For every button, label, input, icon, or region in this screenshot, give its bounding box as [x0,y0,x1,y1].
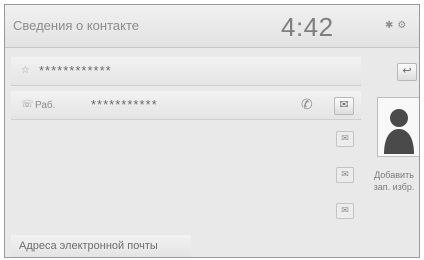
contact-avatar [377,97,419,157]
phone-type-label: Раб. [35,100,56,111]
envelope-icon: ✉ [341,205,349,215]
phone-row[interactable]: ☏ Раб. *********** ✆ [11,91,361,120]
phone-type-icon: ☏ [21,99,34,110]
email-section-label: Адреса электронной почты [19,240,158,252]
page-title: Сведения о контакте [13,18,139,33]
side-button-2[interactable]: ✉ [336,167,354,183]
side-button-1[interactable]: ✉ [336,131,354,147]
contact-name-row: ☆ ************ [11,57,361,86]
message-icon: ✉ [339,99,349,111]
avatar-silhouette-icon [384,109,414,154]
call-icon[interactable]: ✆ [301,96,313,113]
message-button[interactable]: ✉ [334,97,354,115]
settings-icon: ⚙ [397,20,407,31]
person-icon: ☆ [21,65,30,76]
status-icons: ✱ ⚙ [385,20,410,31]
contact-details-screen: Сведения о контакте 4:42 ✱ ⚙ ☆ **********… [4,4,420,258]
contact-name: ************ [39,63,112,78]
side-button-3[interactable]: ✉ [336,203,354,219]
phone-number: *********** [91,97,158,112]
envelope-icon: ✉ [341,133,349,143]
email-section: Адреса электронной почты [11,235,191,257]
clock: 4:42 [281,12,334,42]
back-button[interactable]: ↩ [397,63,417,81]
add-to-favorites-button[interactable]: Добавить зап. избр. [369,169,419,193]
envelope-icon: ✉ [341,169,349,179]
back-icon: ↩ [402,65,412,77]
bluetooth-icon: ✱ [385,20,394,31]
status-bar: Сведения о контакте 4:42 ✱ ⚙ [5,5,419,48]
